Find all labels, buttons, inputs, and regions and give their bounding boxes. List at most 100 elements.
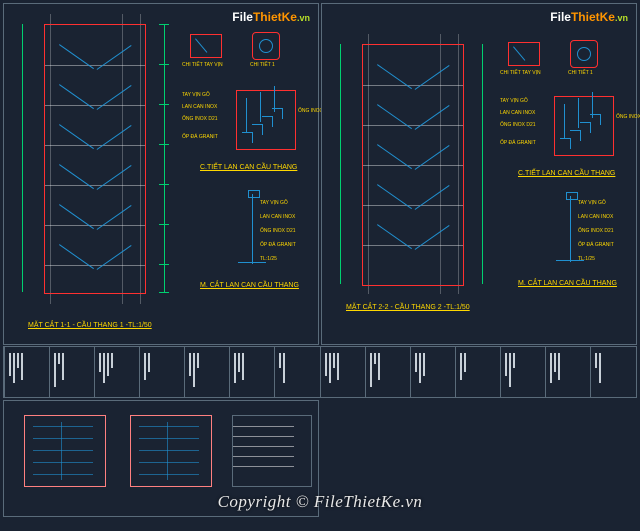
title-block-cell	[370, 353, 407, 391]
floor-line	[45, 65, 145, 66]
right-section-title: MẶT CẮT 2-2 - CẦU THANG 2 -TL:1/50	[346, 304, 470, 311]
note: ỐNG INOX D21	[260, 228, 296, 234]
note: TAY VỊN GỖ	[260, 200, 288, 206]
dimension-line	[482, 44, 483, 284]
stair-detail	[554, 96, 614, 156]
logo-part-thiet: ThietKe	[253, 10, 297, 24]
detail-section-circle	[259, 39, 273, 53]
stair-flight	[415, 225, 450, 250]
plan-line	[139, 426, 199, 427]
detail-box-2	[570, 40, 598, 68]
detail-label-1: CHI TIẾT TAY VỊN	[500, 70, 541, 76]
stair-section-outline	[44, 24, 146, 294]
floor-line	[45, 225, 145, 226]
detail-title-2: M. CẮT LAN CAN CẦU THANG	[200, 282, 299, 289]
note: ỐP ĐÁ GRANIT	[260, 242, 296, 248]
detail-box-1	[190, 34, 222, 58]
detail-box-2	[252, 32, 280, 60]
logo-part-vn: .vn	[297, 13, 310, 23]
dim-tick	[159, 104, 169, 105]
tb-line	[233, 446, 294, 447]
plan-line	[139, 450, 199, 451]
dim-tick	[159, 184, 169, 185]
dimension-line	[22, 24, 23, 292]
note: ỐNG INOX D21	[578, 228, 614, 234]
rail-post	[274, 86, 275, 112]
detail-handrail	[195, 38, 207, 52]
tb-line	[233, 466, 294, 467]
floor-line	[363, 205, 463, 206]
note: TL:1/25	[260, 256, 277, 262]
stair-flight	[97, 85, 132, 110]
cad-canvas: FileThietKe.vn	[0, 0, 640, 531]
logo-part-file: File	[550, 10, 571, 24]
tb-line	[233, 456, 294, 457]
title-block-strip	[3, 346, 637, 398]
plan-line	[61, 422, 62, 480]
floor-line	[363, 85, 463, 86]
detail-handrail	[513, 46, 525, 60]
watermark-logo: FileThietKe.vn	[232, 10, 310, 24]
stair-detail	[236, 90, 296, 150]
stair-flight	[415, 145, 450, 170]
rail-post	[246, 98, 247, 132]
stair-flight	[97, 45, 132, 70]
plan-line	[139, 474, 199, 475]
rail-section-post	[570, 196, 573, 262]
floor-line	[45, 105, 145, 106]
dim-tick	[159, 24, 169, 25]
rail-post	[578, 98, 579, 128]
detail-label-1: CHI TIẾT TAY VỊN	[182, 62, 223, 68]
plan-thumb-2	[130, 415, 212, 487]
stair-flight	[415, 105, 450, 130]
dim-tick	[159, 64, 169, 65]
right-drawing-panel: FileThietKe.vn MẶT CẮT 2-2 - CẦU THANG 2…	[321, 3, 637, 345]
note: LAN CAN INOX	[500, 110, 535, 116]
rail-cap	[248, 190, 260, 198]
title-block-cell	[99, 353, 136, 391]
stair-flight	[97, 205, 132, 230]
rail-post	[260, 92, 261, 122]
title-block-cell	[189, 353, 226, 391]
title-block-cell	[325, 353, 362, 391]
dim-tick	[159, 292, 169, 293]
floor-line	[45, 145, 145, 146]
title-block-cell	[550, 353, 587, 391]
title-block-cell	[234, 353, 271, 391]
note: TL:1/25	[578, 256, 595, 262]
left-section-title: MẶT CẮT 1-1 - CẦU THANG 1 -TL:1/50	[28, 322, 152, 329]
detail-box-1	[508, 42, 540, 66]
stair-flight	[415, 185, 450, 210]
detail-title-1: C.TIẾT LAN CAN CẦU THANG	[518, 170, 615, 177]
note: ỐNG INOX D21	[616, 114, 640, 120]
stair-flight	[97, 165, 132, 190]
dimension-line	[340, 44, 341, 284]
title-block-cell	[460, 353, 497, 391]
watermark-logo: FileThietKe.vn	[550, 10, 628, 24]
stair-flight	[97, 125, 132, 150]
plan-line	[139, 438, 199, 439]
note: TAY VỊN GỖ	[182, 92, 210, 98]
note: ỐP ĐÁ GRANIT	[578, 242, 614, 248]
rail-base	[238, 262, 266, 263]
floor-line	[363, 245, 463, 246]
title-block-cell	[54, 353, 91, 391]
note: ỐP ĐÁ GRANIT	[182, 134, 218, 140]
detail-section-circle	[577, 47, 591, 61]
title-block-cell	[279, 353, 316, 391]
rail-cap	[566, 192, 578, 200]
stair-flight	[97, 245, 132, 270]
note: TAY VỊN GỖ	[500, 98, 528, 104]
rail-section-post	[252, 194, 255, 264]
plan-line	[33, 462, 93, 463]
title-block-cell	[595, 353, 632, 391]
note: LAN CAN INOX	[182, 104, 217, 110]
dim-tick	[159, 264, 169, 265]
plan-line	[33, 426, 93, 427]
detail-title-2: M. CẮT LAN CAN CẦU THANG	[518, 280, 617, 287]
detail-label-2: CHI TIẾT 1	[250, 62, 275, 68]
dim-tick	[159, 144, 169, 145]
logo-part-file: File	[232, 10, 253, 24]
stair-flight	[415, 65, 450, 90]
plan-line	[33, 438, 93, 439]
